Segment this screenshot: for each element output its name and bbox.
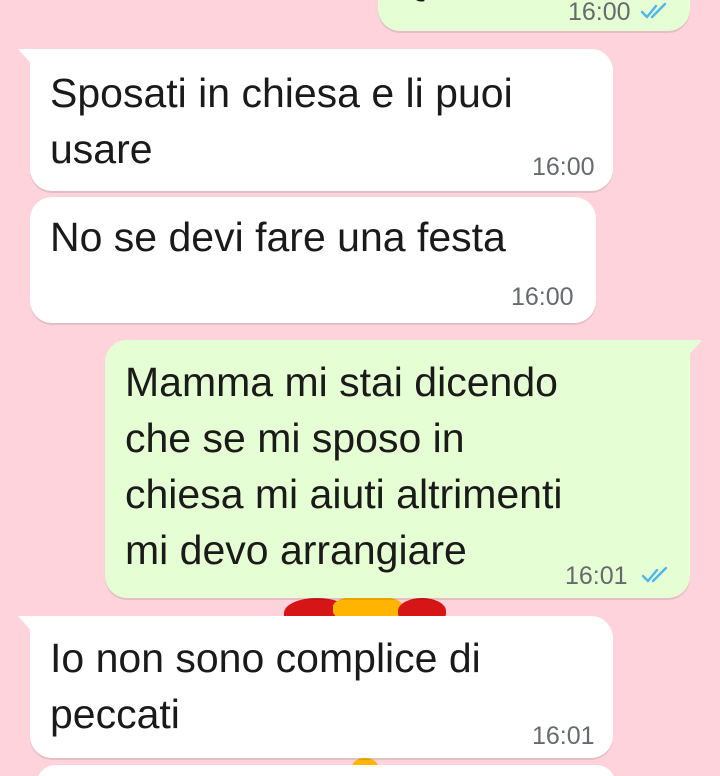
message-time: 16:01 (532, 722, 595, 750)
message-time: 16:01 (565, 562, 628, 590)
message-time: 16:00 (568, 0, 631, 26)
message-text: Sposati in chiesa e li puoi usare (50, 70, 513, 172)
chat-view[interactable]: Questo 16:00 Sposati in chiesa e li puoi… (0, 0, 720, 776)
message-bubble-incoming[interactable]: No se devi fare una festa 16:00 (30, 197, 596, 323)
message-text: Io non sono complice di peccati (50, 635, 481, 737)
message-text: Questo (398, 0, 530, 8)
message-bubble-incoming[interactable]: Io non sono complice di peccati 16:01 (18, 616, 613, 758)
message-time: 16:00 (532, 153, 595, 181)
message-bubble-outgoing[interactable]: Mamma mi stai dicendo che se mi sposo in… (105, 340, 702, 598)
message-bubble-incoming[interactable] (36, 765, 616, 776)
double-check-read-icon (641, 566, 668, 583)
message-text: Mamma mi stai dicendo che se mi sposo in… (125, 359, 563, 573)
message-time: 16:00 (511, 283, 574, 311)
message-text: No se devi fare una festa (50, 214, 506, 260)
double-check-read-icon (640, 2, 667, 19)
message-bubble-incoming[interactable]: Sposati in chiesa e li puoi usare 16:00 (18, 49, 613, 191)
message-bubble-outgoing[interactable]: Questo 16:00 (378, 0, 690, 31)
